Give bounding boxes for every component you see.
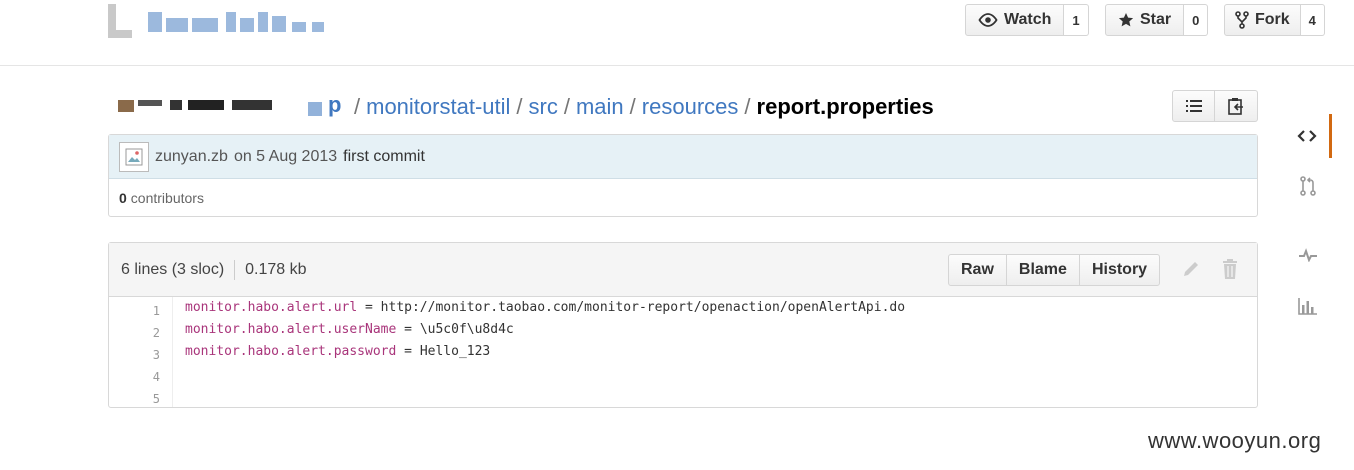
- fork-count[interactable]: 4: [1300, 4, 1325, 36]
- file-name: report.properties: [756, 94, 934, 119]
- code-view: 1 2 3 4 5 monitor.habo.alert.url = http:…: [109, 297, 1257, 407]
- breadcrumb: p / monitorstat-util / src / main / reso…: [108, 90, 934, 124]
- watch-label: Watch: [1004, 11, 1052, 28]
- file-line-count: 6 lines (3 sloc): [121, 260, 225, 278]
- blame-button[interactable]: Blame: [1005, 254, 1080, 286]
- site-header: Watch 1 Star 0 Fork 4: [0, 0, 1354, 66]
- code-lines: monitor.habo.alert.url = http://monitor.…: [173, 297, 905, 407]
- repo-sidebar: [1284, 96, 1332, 341]
- pencil-icon[interactable]: [1181, 259, 1201, 284]
- fork-icon: [1235, 11, 1249, 29]
- commit-date: on 5 Aug 2013: [233, 147, 338, 165]
- star-group: Star 0: [1105, 4, 1209, 36]
- code-line: monitor.habo.alert.url = http://monitor.…: [185, 297, 905, 319]
- clippy-icon: [1228, 98, 1243, 115]
- file-size: 0.178 kb: [245, 260, 307, 278]
- breadcrumb-separator: /: [563, 94, 570, 119]
- contributors-summary: 0 contributors: [109, 179, 1257, 217]
- equals-sign: =: [404, 322, 412, 337]
- breadcrumb-separator: /: [629, 94, 636, 119]
- line-number[interactable]: 5: [109, 388, 172, 410]
- sidebar-item-graphs[interactable]: [1284, 284, 1332, 328]
- watermark: www.wooyun.org: [1148, 428, 1322, 453]
- property-value: \u5c0f\u8d4c: [419, 322, 514, 337]
- line-number-gutter: 1 2 3 4 5: [109, 297, 173, 407]
- raw-button[interactable]: Raw: [948, 254, 1007, 286]
- property-value: http://monitor.taobao.com/monitor-report…: [380, 300, 906, 315]
- commit-box: zunyan.zb on 5 Aug 2013 first commit 0 c…: [108, 134, 1258, 217]
- commit-author[interactable]: zunyan.zb: [155, 148, 228, 166]
- line-number[interactable]: 4: [109, 366, 172, 388]
- fork-group: Fork 4: [1224, 4, 1325, 36]
- eye-icon: [978, 13, 998, 27]
- list-icon: [1185, 100, 1202, 112]
- equals-sign: =: [365, 300, 373, 315]
- line-number[interactable]: 3: [109, 344, 172, 366]
- property-key: monitor.habo.alert.url: [185, 300, 358, 315]
- star-button[interactable]: Star: [1105, 4, 1185, 36]
- sidebar-item-code[interactable]: [1284, 114, 1332, 158]
- history-button[interactable]: History: [1078, 254, 1161, 286]
- code-line: monitor.habo.alert.userName = \u5c0f\u8d…: [185, 319, 905, 341]
- breadcrumb-separator: /: [354, 94, 361, 119]
- fork-label: Fork: [1255, 11, 1290, 28]
- fork-button[interactable]: Fork: [1224, 4, 1301, 36]
- pixelated-logo[interactable]: [108, 4, 340, 38]
- pull-request-icon: [1300, 176, 1316, 196]
- avatar[interactable]: [119, 141, 149, 172]
- watch-button[interactable]: Watch: [965, 4, 1065, 36]
- info-divider: [234, 259, 236, 280]
- breadcrumb-separator: /: [516, 94, 523, 119]
- file-actions: Raw Blame History: [948, 254, 1161, 286]
- code-icon: [1296, 130, 1317, 142]
- equals-sign: =: [404, 344, 412, 359]
- trash-icon[interactable]: [1221, 259, 1239, 284]
- contributors-label: contributors: [130, 190, 204, 206]
- star-label: Star: [1140, 11, 1172, 28]
- file-header: 6 lines (3 sloc) 0.178 kb Raw Blame Hist…: [109, 243, 1257, 297]
- copy-path-button[interactable]: [1215, 90, 1258, 122]
- line-number[interactable]: 2: [109, 322, 172, 344]
- broken-image-icon: [125, 148, 143, 165]
- property-value: Hello_123: [419, 344, 491, 359]
- pulse-icon: [1299, 248, 1317, 262]
- contributors-count: 0: [119, 190, 127, 206]
- code-line: monitor.habo.alert.password = Hello_123: [185, 341, 905, 363]
- graph-icon: [1298, 298, 1317, 315]
- breadcrumb-main[interactable]: main: [576, 94, 624, 120]
- sidebar-item-pull-requests[interactable]: [1284, 164, 1332, 208]
- breadcrumb-monitorstat-util[interactable]: monitorstat-util: [366, 94, 510, 120]
- commit-message[interactable]: first commit: [343, 148, 425, 166]
- line-number[interactable]: 1: [109, 300, 172, 322]
- sidebar-item-pulse[interactable]: [1284, 233, 1332, 277]
- breadcrumb-separator: /: [744, 94, 751, 119]
- pixelated-owner[interactable]: p: [108, 92, 348, 122]
- file-view-buttons: [1172, 90, 1258, 122]
- star-icon: [1118, 13, 1134, 27]
- breadcrumb-resources[interactable]: resources: [642, 94, 739, 120]
- watch-count[interactable]: 1: [1064, 4, 1089, 36]
- property-key: monitor.habo.alert.password: [185, 344, 397, 359]
- star-count[interactable]: 0: [1184, 4, 1209, 36]
- watch-group: Watch 1: [965, 4, 1089, 36]
- property-key: monitor.habo.alert.userName: [185, 322, 397, 337]
- last-commit: zunyan.zb on 5 Aug 2013 first commit: [109, 135, 1257, 179]
- repo-name-tail[interactable]: p: [328, 92, 341, 118]
- breadcrumb-src[interactable]: src: [529, 94, 558, 120]
- file-list-button[interactable]: [1172, 90, 1215, 122]
- file-box: 6 lines (3 sloc) 0.178 kb Raw Blame Hist…: [108, 242, 1258, 408]
